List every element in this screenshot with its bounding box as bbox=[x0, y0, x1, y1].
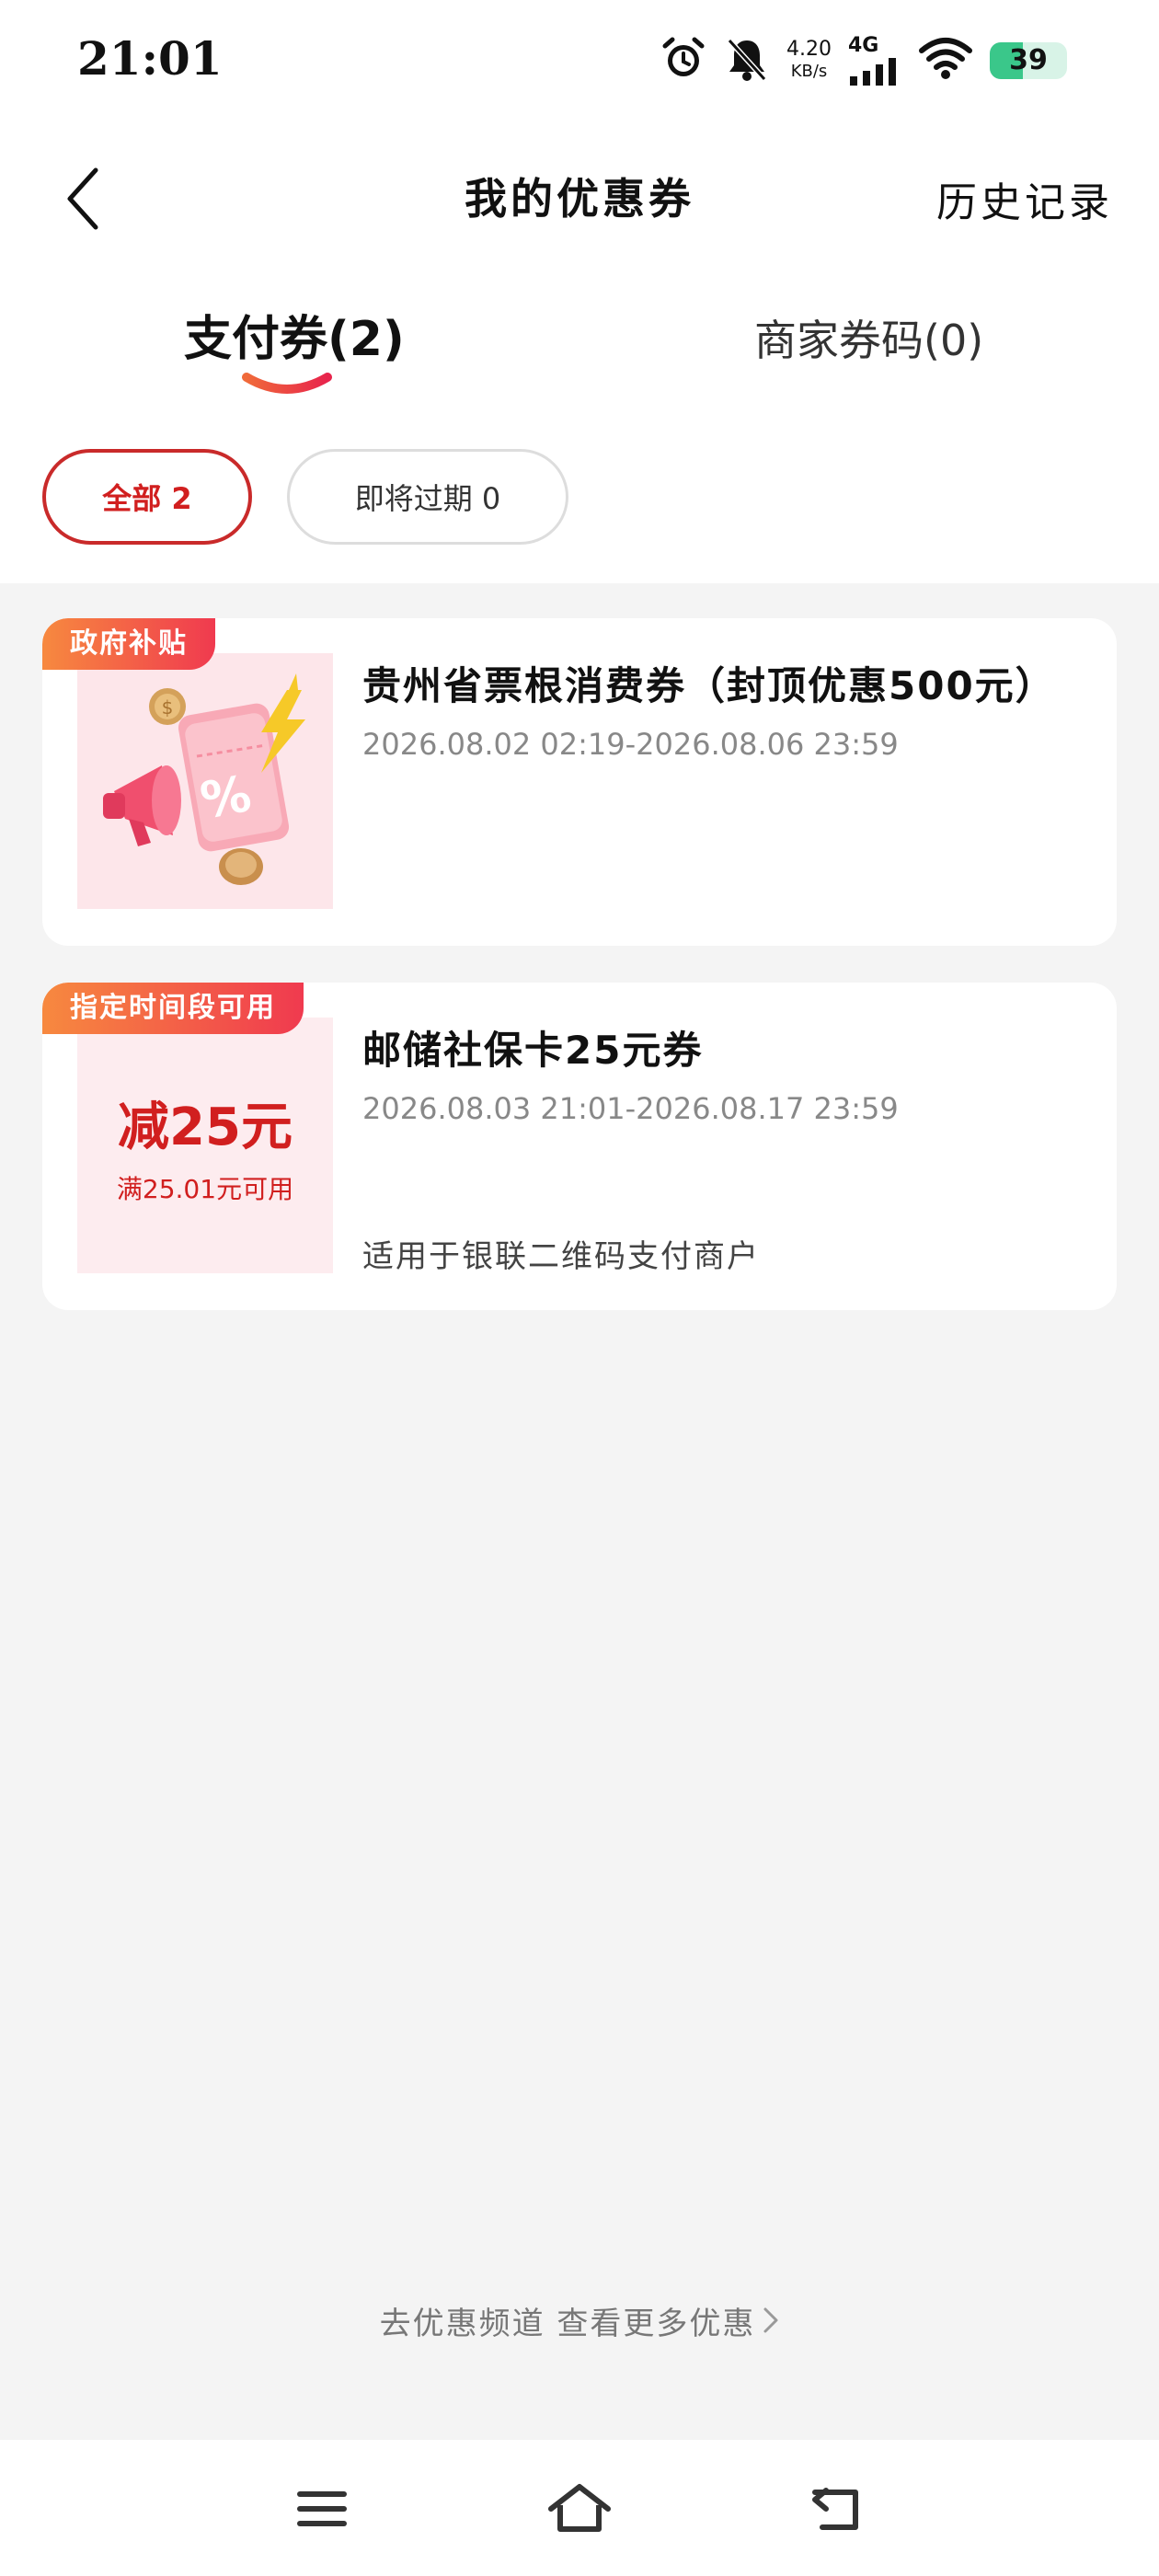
net-speed-value: 4.20 bbox=[786, 38, 832, 61]
tab-payment-coupons[interactable]: 支付券(2) bbox=[184, 300, 405, 369]
svg-text:%: % bbox=[196, 765, 255, 830]
coupon-usage-note: 适用于银联二维码支付商户 bbox=[362, 1238, 760, 1275]
menu-button[interactable] bbox=[285, 2477, 359, 2541]
svg-text:$: $ bbox=[162, 696, 174, 719]
menu-icon bbox=[297, 2491, 347, 2526]
coupon-title: 邮储社保卡25元券 bbox=[362, 1028, 704, 1073]
home-icon bbox=[548, 2484, 611, 2532]
coupon-validity: 2026.08.02 02:19-2026.08.06 23:59 bbox=[362, 727, 899, 762]
back-nav-button[interactable] bbox=[800, 2477, 874, 2541]
tabs: 支付券(2) 商家券码(0) bbox=[0, 269, 1159, 425]
coupon-amount: 减25元 bbox=[118, 1097, 293, 1157]
net-speed-unit: KB/s bbox=[790, 62, 828, 81]
home-button[interactable] bbox=[543, 2477, 616, 2541]
coupon-megaphone-icon: % $ bbox=[77, 653, 333, 909]
network-type: 4G bbox=[848, 34, 879, 57]
filter-bar: 全部 2 即将过期 0 bbox=[0, 425, 1159, 583]
history-button[interactable]: 历史记录 bbox=[936, 169, 1113, 228]
net-speed: 4.20 KB/s bbox=[786, 39, 832, 83]
back-icon bbox=[812, 2488, 858, 2530]
status-bar: 21:01 4.20 KB/s 4G 39 bbox=[0, 0, 1159, 125]
coupon-title: 贵州省票根消费券（封顶优惠500元） bbox=[362, 663, 1056, 708]
coupon-thumbnail: 减25元 满25.01元可用 bbox=[77, 1018, 333, 1273]
status-time: 21:01 bbox=[77, 31, 223, 86]
battery-level: 39 bbox=[1009, 44, 1048, 76]
chevron-right-icon bbox=[763, 2306, 779, 2342]
tab-active-indicator bbox=[242, 373, 332, 394]
signal-icon: 4G bbox=[848, 36, 901, 86]
filter-expiring-chip[interactable]: 即将过期 0 bbox=[287, 449, 568, 545]
system-nav-bar bbox=[0, 2440, 1159, 2576]
coupon-tag: 政府补贴 bbox=[42, 618, 215, 670]
status-icons: 4.20 KB/s 4G 39 bbox=[660, 33, 1067, 88]
filter-all-chip[interactable]: 全部 2 bbox=[42, 449, 252, 545]
battery-icon: 39 bbox=[990, 42, 1067, 79]
coupon-tag: 指定时间段可用 bbox=[42, 983, 304, 1034]
alarm-icon bbox=[660, 35, 707, 86]
more-offers-label: 去优惠频道 查看更多优惠 bbox=[379, 2306, 756, 2342]
coupon-thumbnail: % $ bbox=[77, 653, 333, 909]
coupon-card[interactable]: 指定时间段可用 减25元 满25.01元可用 邮储社保卡25元券 2026.08… bbox=[42, 983, 1117, 1310]
coupon-card[interactable]: 政府补贴 % $ 贵州省票根消费券（封顶优惠500元） 2026.08.02 0… bbox=[42, 618, 1117, 946]
tab-merchant-codes[interactable]: 商家券码(0) bbox=[754, 307, 983, 368]
bell-off-icon bbox=[724, 35, 770, 86]
coupon-condition: 满25.01元可用 bbox=[116, 1173, 294, 1204]
more-offers-link[interactable]: 去优惠频道 查看更多优惠 bbox=[0, 2298, 1159, 2343]
wifi-icon bbox=[918, 36, 973, 86]
coupon-validity: 2026.08.03 21:01-2026.08.17 23:59 bbox=[362, 1091, 899, 1126]
header: 我的优惠券 历史记录 bbox=[0, 125, 1159, 269]
